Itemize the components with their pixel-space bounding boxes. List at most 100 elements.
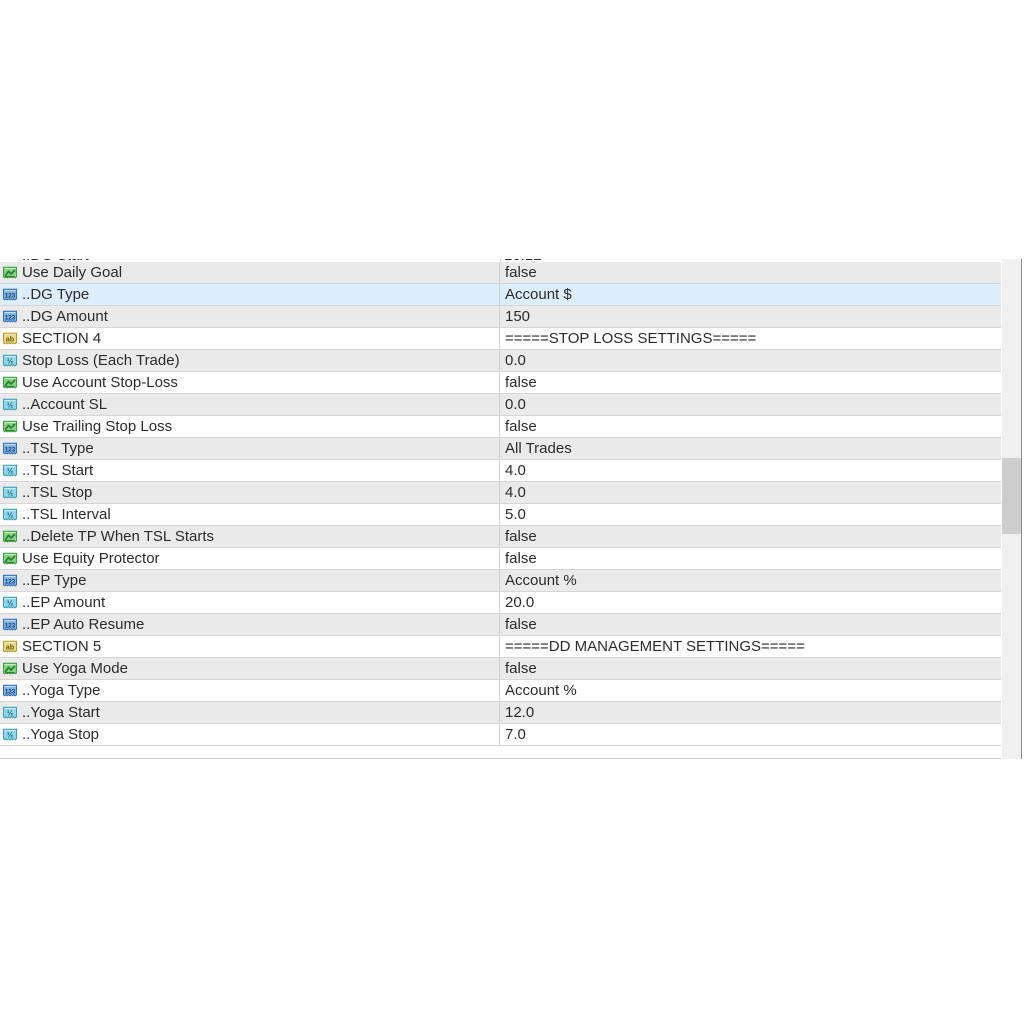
vertical-scrollbar-thumb[interactable] (1002, 458, 1021, 534)
cell-variable-name[interactable]: ½ ..TSL Start (0, 460, 500, 481)
cell-variable-value[interactable]: 4.0 (500, 460, 1001, 481)
table-row[interactable]: ab SECTION 4 =====STOP LOSS SETTINGS===== (0, 328, 1001, 350)
cell-variable-name[interactable]: ½ ..EP Amount (0, 592, 500, 613)
double-icon: ½ (2, 463, 18, 479)
table-row[interactable]: ½ ..Yoga Start 12.0 (0, 702, 1001, 724)
cell-variable-value[interactable]: false (500, 548, 1001, 569)
variable-label: ..Yoga Stop (22, 725, 100, 743)
table-row[interactable]: Use Yoga Mode false (0, 658, 1001, 680)
variable-label: ..DG Amount (22, 307, 108, 325)
cell-variable-value[interactable]: 0.0 (500, 394, 1001, 415)
variable-label: ..EP Amount (22, 593, 106, 611)
variable-label: Use Account Stop-Loss (22, 373, 178, 391)
cell-variable-name[interactable]: Use Yoga Mode (0, 658, 500, 679)
cell-variable-value[interactable]: false (500, 262, 1001, 283)
vertical-scrollbar[interactable] (1002, 259, 1022, 759)
cell-variable-value[interactable]: 5.0 (500, 504, 1001, 525)
cell-variable-value[interactable]: 150 (500, 306, 1001, 327)
cell-variable-value[interactable]: 12.0 (500, 702, 1001, 723)
table-row[interactable]: 123 ..DG Type Account $ (0, 284, 1001, 306)
inputs-grid-viewport[interactable]: ..DG Start 10:12 Use Daily Goalfalse123.… (0, 259, 1001, 759)
table-row[interactable]: ½ ..Yoga Stop 7.0 (0, 724, 1001, 746)
svg-text:½: ½ (7, 708, 13, 717)
cell-variable-name[interactable]: ab SECTION 5 (0, 636, 500, 657)
grid-bottom-edge (0, 758, 1001, 759)
table-row[interactable]: ..Delete TP When TSL Starts false (0, 526, 1001, 548)
int-icon: 123 (2, 573, 18, 589)
cell-variable-value[interactable]: 0.0 (500, 350, 1001, 371)
double-icon: ½ (2, 485, 18, 501)
table-row[interactable]: 123 ..EP Auto Resume false (0, 614, 1001, 636)
cell-variable-name[interactable]: Use Equity Protector (0, 548, 500, 569)
cell-variable-name[interactable]: 123 ..EP Auto Resume (0, 614, 500, 635)
cell-variable-value[interactable]: false (500, 526, 1001, 547)
cell-variable-name[interactable]: ½ Stop Loss (Each Trade) (0, 350, 500, 371)
variable-label: Use Daily Goal (22, 263, 123, 281)
table-row[interactable]: ½ ..TSL Interval 5.0 (0, 504, 1001, 526)
bool-icon (2, 265, 18, 281)
cell-variable-name[interactable]: 123 ..TSL Type (0, 438, 500, 459)
cell-variable-name[interactable]: 123 ..Yoga Type (0, 680, 500, 701)
cell-variable-value[interactable]: Account $ (500, 284, 1001, 305)
cell-variable-name[interactable]: 123 ..EP Type (0, 570, 500, 591)
cell-variable-value[interactable]: Account % (500, 570, 1001, 591)
svg-text:123: 123 (5, 292, 16, 299)
table-row[interactable]: ab SECTION 5 =====DD MANAGEMENT SETTINGS==… (0, 636, 1001, 658)
table-row[interactable]: Use Daily Goal false (0, 262, 1001, 284)
table-row[interactable]: Use Equity Protector false (0, 548, 1001, 570)
cell-variable-name[interactable]: Use Account Stop-Loss (0, 372, 500, 393)
inputs-grid-rows: Use Daily Goal false 123 ..DG Type Account $… (0, 262, 1001, 746)
cell-variable-name[interactable]: 123 ..DG Type (0, 284, 500, 305)
table-row[interactable]: 123 ..DG Amount 150 (0, 306, 1001, 328)
variable-label: ..EP Type (22, 571, 87, 589)
bool-icon (2, 419, 18, 435)
bool-icon (2, 551, 18, 567)
table-row[interactable]: Use Trailing Stop Loss false (0, 416, 1001, 438)
cell-variable-name[interactable]: ½ ..Yoga Start (0, 702, 500, 723)
table-row[interactable]: 123 ..Yoga Type Account % (0, 680, 1001, 702)
cell-variable-name[interactable]: ½ ..Yoga Stop (0, 724, 500, 745)
table-row[interactable]: ½ ..TSL Start 4.0 (0, 460, 1001, 482)
cell-variable-name[interactable]: ab SECTION 4 (0, 328, 500, 349)
svg-text:123: 123 (5, 578, 16, 585)
cell-variable-value[interactable]: 7.0 (500, 724, 1001, 745)
table-row[interactable]: ½ ..EP Amount 20.0 (0, 592, 1001, 614)
variable-label: Use Equity Protector (22, 549, 160, 567)
table-row[interactable]: 123 ..TSL Type All Trades (0, 438, 1001, 460)
cell-variable-name[interactable]: Use Trailing Stop Loss (0, 416, 500, 437)
variable-label: SECTION 5 (22, 637, 102, 655)
cell-variable-value[interactable]: All Trades (500, 438, 1001, 459)
table-row[interactable]: ½ ..Account SL 0.0 (0, 394, 1001, 416)
table-row[interactable]: ½ ..TSL Stop 4.0 (0, 482, 1001, 504)
svg-text:ab: ab (6, 334, 15, 343)
cell-variable-value[interactable]: =====DD MANAGEMENT SETTINGS===== (500, 636, 1001, 657)
variable-label: ..TSL Type (22, 439, 94, 457)
double-icon: ½ (2, 705, 18, 721)
table-row[interactable]: 123 ..EP Type Account % (0, 570, 1001, 592)
cell-variable-value[interactable]: false (500, 416, 1001, 437)
cell-variable-value[interactable]: =====STOP LOSS SETTINGS===== (500, 328, 1001, 349)
cell-variable-value[interactable]: false (500, 372, 1001, 393)
cell-variable-name[interactable]: Use Daily Goal (0, 262, 500, 283)
cell-variable-name[interactable]: ½ ..Account SL (0, 394, 500, 415)
variable-label: ..TSL Stop (22, 483, 93, 501)
cell-variable-value[interactable]: false (500, 614, 1001, 635)
cell-variable-name[interactable]: 123 ..DG Amount (0, 306, 500, 327)
cell-variable-value[interactable]: false (500, 658, 1001, 679)
double-icon: ½ (2, 727, 18, 743)
cell-variable-name[interactable]: ½ ..TSL Interval (0, 504, 500, 525)
variable-label: SECTION 4 (22, 329, 102, 347)
string-icon: ab (2, 331, 18, 347)
int-icon: 123 (2, 617, 18, 633)
table-row[interactable]: ½ Stop Loss (Each Trade) 0.0 (0, 350, 1001, 372)
cell-variable-name[interactable]: ½ ..TSL Stop (0, 482, 500, 503)
cell-variable-value[interactable]: Account % (500, 680, 1001, 701)
variable-label: ..Yoga Type (22, 681, 101, 699)
variable-label: ..Delete TP When TSL Starts (22, 527, 215, 545)
cell-variable-value[interactable]: 4.0 (500, 482, 1001, 503)
svg-text:123: 123 (5, 622, 16, 629)
cell-variable-name[interactable]: ..Delete TP When TSL Starts (0, 526, 500, 547)
cell-variable-value[interactable]: 20.0 (500, 592, 1001, 613)
table-row[interactable]: Use Account Stop-Loss false (0, 372, 1001, 394)
variable-label: ..Yoga Start (22, 703, 100, 721)
